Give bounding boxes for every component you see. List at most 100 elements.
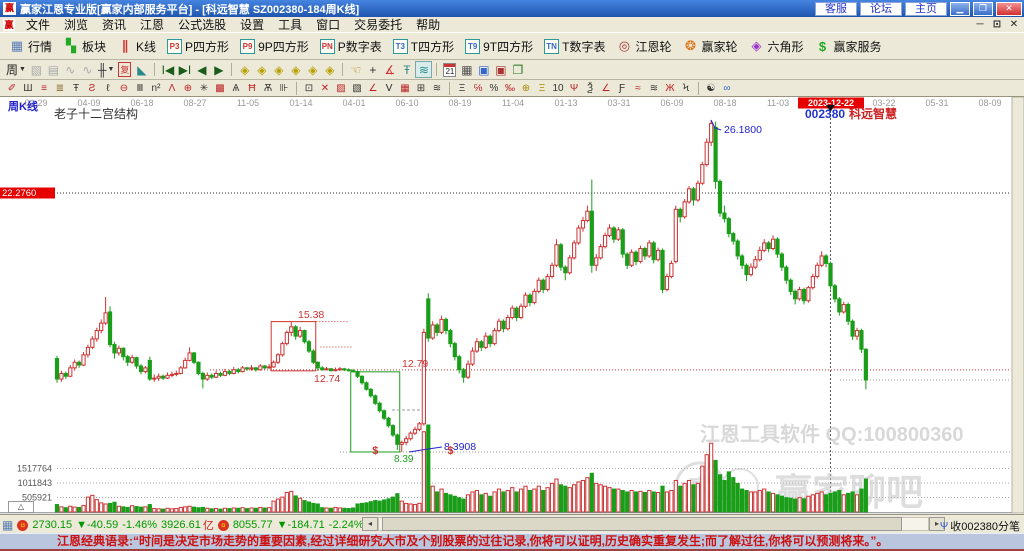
p-number-button[interactable]: PN P数字表 [315,36,387,57]
p-square-button[interactable]: P3 P四方形 [162,36,234,57]
draw-tool-2-6[interactable]: 10 [550,81,566,95]
draw-tool-3-0[interactable]: ☯ [703,81,719,95]
draw-tool-0-16[interactable]: Ѫ [260,81,276,95]
scroll-left-button[interactable]: ◂ [362,517,378,531]
draw-tool-2-10[interactable]: Ƒ [614,81,630,95]
kline-button[interactable]: ∥ K线 [112,36,161,57]
angle-tool[interactable]: ∡ [381,61,398,78]
draw-tool-0-15[interactable]: Ħ [244,81,260,95]
draw-tool-0-0[interactable]: ✐ [4,81,20,95]
quote-grid-icon[interactable]: ▦ [2,518,13,532]
candle-style-selector[interactable]: ╫ ▼ [96,61,116,78]
hand-tool[interactable]: ☜ [347,61,364,78]
draw-tool-2-7[interactable]: Ψ [566,81,582,95]
image-tool[interactable]: ▧ [28,61,45,78]
draw-tool-2-0[interactable]: Ξ [454,81,470,95]
menu-资讯[interactable]: 资讯 [95,16,133,33]
zoom-diamond-5[interactable]: ◈ [304,61,321,78]
sector-button[interactable]: ▚ 板块 [58,36,111,57]
last-page-button[interactable]: ▶Ι [176,61,193,78]
menu-文件[interactable]: 文件 [19,16,57,33]
board-tool[interactable]: ▤ [45,61,62,78]
zoom-diamond-3[interactable]: ◈ [270,61,287,78]
view-switch-button[interactable]: ◣ [133,61,150,78]
first-page-button[interactable]: Ι◀ [159,61,176,78]
save-red-tool[interactable]: ▣ [492,61,509,78]
draw-tool-1-7[interactable]: ⊞ [413,81,429,95]
draw-tool-3-1[interactable]: ∞ [719,81,735,95]
save-tool[interactable]: ▣ [475,61,492,78]
draw-tool-1-8[interactable]: ≋ [429,81,445,95]
draw-tool-0-4[interactable]: Ŧ [68,81,84,95]
calculator-tool[interactable]: ▦ [458,61,475,78]
titlebar-link-1[interactable]: 论坛 [860,1,902,16]
wave-tool[interactable]: ∿ [79,61,96,78]
draw-tool-1-6[interactable]: ▦ [397,81,413,95]
menu-公式选股[interactable]: 公式选股 [171,16,233,33]
draw-tool-1-5[interactable]: Ⅴ [381,81,397,95]
draw-tool-1-0[interactable]: ⊡ [301,81,317,95]
draw-tool-0-3[interactable]: ≣ [52,81,68,95]
draw-tool-0-1[interactable]: Ш [20,81,36,95]
maximize-button[interactable]: ❐ [973,1,993,16]
period-selector[interactable]: 周 ▼ [4,61,28,78]
draw-tool-2-12[interactable]: ≋ [646,81,662,95]
calendar-tool[interactable]: 21 [441,61,458,78]
draw-tool-0-7[interactable]: ⊖ [116,81,132,95]
close-button[interactable]: ✕ [996,1,1022,16]
line-tool[interactable]: ≋ [415,61,433,78]
draw-tool-0-13[interactable]: ▩ [212,81,228,95]
kline-chart[interactable]: 01-29 04-09 06-18 08-27 11-05 01-14 04-01 06-10… [0,96,1024,514]
chart-area[interactable]: 01-29 04-09 06-18 08-27 11-05 01-14 04-01 06-10… [0,96,1024,514]
draw-tool-0-17[interactable]: ⊪ [276,81,292,95]
zoom-diamond-6[interactable]: ◈ [321,61,338,78]
zoom-diamond-2[interactable]: ◈ [253,61,270,78]
t9-square-button[interactable]: T9 9T四方形 [460,36,538,57]
crosshair-tool[interactable]: + [364,61,381,78]
draw-tool-1-4[interactable]: ∠ [365,81,381,95]
titlebar-link-2[interactable]: 主页 [905,1,947,16]
draw-tool-2-4[interactable]: ⊕ [518,81,534,95]
draw-tool-0-12[interactable]: ✳ [196,81,212,95]
draw-tool-0-5[interactable]: Ƨ [84,81,100,95]
draw-tool-0-14[interactable]: Ѧ [228,81,244,95]
draw-tool-2-5[interactable]: Ξ [534,81,550,95]
gann-frame-tool[interactable]: Ŧ [398,61,415,78]
draw-tool-1-2[interactable]: ▨ [333,81,349,95]
t-number-button[interactable]: TN T数字表 [539,36,610,57]
prev-button[interactable]: ◀ [193,61,210,78]
export-tool[interactable]: ❐ [509,61,526,78]
draw-tool-2-3[interactable]: ‰ [502,81,518,95]
draw-tool-2-1[interactable]: ℅ [470,81,486,95]
gann-wheel-button[interactable]: ◎ 江恩轮 [611,36,676,57]
draw-tool-2-14[interactable]: Ϟ [678,81,694,95]
winner-wheel-button[interactable]: ❂ 赢家轮 [677,36,742,57]
draw-tool-1-3[interactable]: ▧ [349,81,365,95]
draw-tool-2-13[interactable]: Ж [662,81,678,95]
mdi-close-button[interactable]: ✕ [1006,18,1022,31]
volume-panel-toggle-button[interactable]: △ [8,501,34,513]
next-button[interactable]: ▶ [210,61,227,78]
scroll-thumb[interactable] [382,517,902,531]
t-square-button[interactable]: T3 T四方形 [388,36,459,57]
mdi-restore-button[interactable]: ⊡ [989,18,1005,31]
draw-tool-0-2[interactable]: ≡ [36,81,52,95]
menu-帮助[interactable]: 帮助 [409,16,447,33]
adjust-price-button[interactable]: 复 [116,61,133,78]
menu-工具[interactable]: 工具 [271,16,309,33]
zoom-diamond-4[interactable]: ◈ [287,61,304,78]
draw-tool-2-2[interactable]: % [486,81,502,95]
menu-浏览[interactable]: 浏览 [57,16,95,33]
minimize-button[interactable]: ▁ [950,1,970,16]
polyline-tool[interactable]: ∿ [62,61,79,78]
draw-tool-2-9[interactable]: ∠ [598,81,614,95]
draw-tool-2-8[interactable]: Ѯ [582,81,598,95]
draw-tool-0-10[interactable]: Λ [164,81,180,95]
menu-江恩[interactable]: 江恩 [133,16,171,33]
menu-交易委托[interactable]: 交易委托 [347,16,409,33]
draw-tool-2-11[interactable]: ≈ [630,81,646,95]
draw-tool-0-8[interactable]: Ⅲ [132,81,148,95]
tick-feed-status[interactable]: Ψ 收002380分笔 [940,518,1020,534]
draw-tool-0-9[interactable]: n² [148,81,164,95]
draw-tool-0-6[interactable]: ℓ [100,81,116,95]
